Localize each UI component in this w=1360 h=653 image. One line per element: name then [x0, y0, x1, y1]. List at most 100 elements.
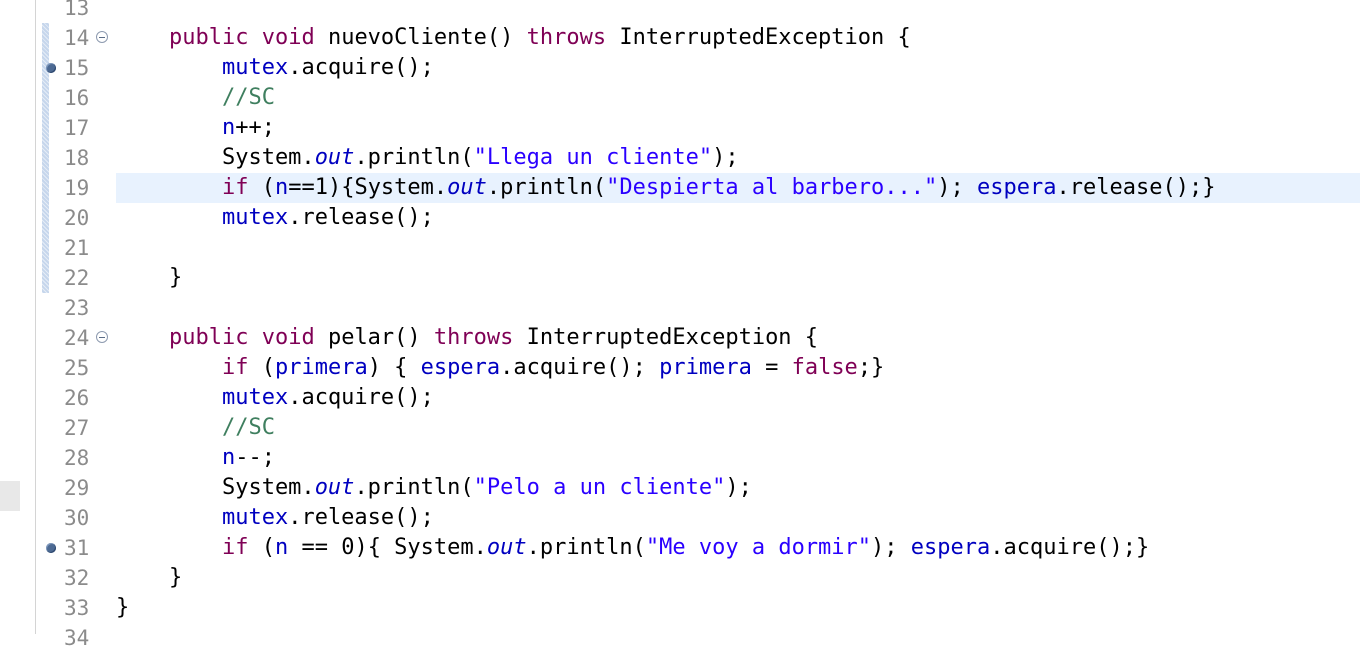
code-text[interactable]: public void nuevoCliente() throws Interr… — [116, 23, 911, 53]
line-number: 33 — [64, 596, 90, 620]
code-token: mutex — [221, 505, 289, 530]
code-line[interactable]: 30 mutex.release(); — [36, 503, 1360, 533]
line-gutter[interactable]: 15 — [36, 53, 116, 83]
code-line[interactable]: 31 if (n == 0){ System.out.println("Me v… — [36, 533, 1360, 563]
fold-collapse-icon[interactable] — [96, 31, 108, 43]
code-text[interactable]: } — [116, 563, 182, 593]
line-gutter[interactable]: 13 — [36, 0, 116, 23]
line-gutter[interactable]: 33 — [36, 593, 116, 623]
code-line[interactable]: 26 mutex.acquire(); — [36, 383, 1360, 413]
code-token: n — [221, 445, 236, 470]
line-gutter[interactable]: 18 — [36, 143, 116, 173]
line-gutter[interactable]: 22 — [36, 263, 116, 293]
code-token: "Me voy a dormir" — [645, 535, 872, 560]
code-line[interactable]: 13 — [36, 0, 1360, 23]
code-line[interactable]: 23 — [36, 293, 1360, 323]
breakpoint-icon[interactable] — [46, 63, 56, 73]
code-line[interactable]: 33} — [36, 593, 1360, 623]
code-text[interactable]: if (n==1){System.out.println("Despierta … — [116, 173, 1216, 203]
line-number: 18 — [64, 146, 90, 170]
line-number: 23 — [64, 296, 90, 320]
code-text[interactable]: } — [116, 263, 182, 293]
line-gutter[interactable]: 31 — [36, 533, 116, 563]
code-text[interactable]: public void pelar() throws InterruptedEx… — [116, 323, 818, 353]
code-line[interactable]: 34 — [36, 623, 1360, 653]
code-line[interactable]: 20 mutex.release(); — [36, 203, 1360, 233]
code-text[interactable]: n--; — [116, 443, 275, 473]
line-number: 25 — [64, 356, 90, 380]
code-line[interactable]: 15 mutex.acquire(); — [36, 53, 1360, 83]
line-gutter[interactable]: 25 — [36, 353, 116, 383]
line-gutter[interactable]: 29 — [36, 473, 116, 503]
line-gutter[interactable]: 16 — [36, 83, 116, 113]
line-number: 27 — [64, 416, 90, 440]
code-token: out — [486, 535, 527, 560]
code-text[interactable]: n++; — [116, 113, 275, 143]
code-text[interactable]: mutex.acquire(); — [116, 53, 434, 83]
code-token: public — [168, 325, 249, 350]
line-gutter[interactable]: 27 — [36, 413, 116, 443]
code-line[interactable]: 24 public void pelar() throws Interrupte… — [36, 323, 1360, 353]
code-token: mutex — [221, 385, 289, 410]
code-line[interactable]: 29 System.out.println("Pelo a un cliente… — [36, 473, 1360, 503]
line-number: 32 — [64, 566, 90, 590]
code-editor[interactable]: 13 14 public void nuevoCliente() throws I… — [36, 0, 1360, 650]
code-token: .println( — [486, 175, 607, 200]
line-gutter[interactable]: 32 — [36, 563, 116, 593]
code-line[interactable]: 16 //SC — [36, 83, 1360, 113]
line-gutter[interactable]: 26 — [36, 383, 116, 413]
code-text[interactable]: //SC — [116, 413, 275, 443]
line-gutter[interactable]: 20 — [36, 203, 116, 233]
line-gutter[interactable]: 19 — [36, 173, 116, 203]
code-token: "Llega un cliente" — [473, 145, 713, 170]
line-gutter[interactable]: 14 — [36, 23, 116, 53]
code-token: InterruptedException { — [513, 325, 819, 350]
code-token: n — [274, 535, 289, 560]
code-line[interactable]: 19 if (n==1){System.out.println("Despier… — [36, 173, 1360, 203]
line-gutter[interactable]: 21 — [36, 233, 116, 263]
line-number: 16 — [64, 86, 90, 110]
side-panel-tab[interactable] — [0, 481, 20, 511]
code-text[interactable]: if (primera) { espera.acquire(); primera… — [116, 353, 884, 383]
code-token: ); — [871, 535, 911, 560]
code-text[interactable]: //SC — [116, 83, 275, 113]
code-token: --; — [235, 445, 275, 470]
code-text[interactable]: mutex.release(); — [116, 503, 434, 533]
line-gutter[interactable]: 34 — [36, 623, 116, 653]
code-text[interactable]: System.out.println("Pelo a un cliente"); — [116, 473, 752, 503]
code-line[interactable]: 27 //SC — [36, 413, 1360, 443]
line-gutter[interactable]: 23 — [36, 293, 116, 323]
line-gutter[interactable]: 17 — [36, 113, 116, 143]
line-gutter[interactable]: 24 — [36, 323, 116, 353]
breakpoint-icon[interactable] — [46, 543, 56, 553]
code-line[interactable]: 14 public void nuevoCliente() throws Int… — [36, 23, 1360, 53]
code-text[interactable]: } — [116, 593, 129, 623]
code-text[interactable]: System.out.println("Llega un cliente"); — [116, 143, 739, 173]
code-token: if — [221, 355, 249, 380]
code-text[interactable]: if (n == 0){ System.out.println("Me voy … — [116, 533, 1149, 563]
code-line[interactable]: 28 n--; — [36, 443, 1360, 473]
line-gutter[interactable]: 30 — [36, 503, 116, 533]
code-line[interactable]: 22 } — [36, 263, 1360, 293]
code-text[interactable]: mutex.acquire(); — [116, 383, 434, 413]
code-line[interactable]: 18 System.out.println("Llega un cliente"… — [36, 143, 1360, 173]
code-token: //SC — [221, 85, 275, 110]
fold-collapse-icon[interactable] — [96, 331, 108, 343]
code-token: InterruptedException { — [606, 25, 911, 50]
code-token: espera — [420, 355, 501, 380]
code-line[interactable]: 17 n++; — [36, 113, 1360, 143]
line-gutter[interactable]: 28 — [36, 443, 116, 473]
code-token: ) { — [367, 355, 421, 380]
code-text[interactable]: mutex.release(); — [116, 203, 434, 233]
code-token: pelar() — [314, 325, 434, 350]
code-line[interactable]: 21 — [36, 233, 1360, 263]
code-token: mutex — [221, 55, 289, 80]
code-token: if — [221, 175, 249, 200]
code-token: ); — [937, 175, 978, 200]
code-token: ); — [712, 145, 739, 170]
code-line[interactable]: 25 if (primera) { espera.acquire(); prim… — [36, 353, 1360, 383]
code-line[interactable]: 32 } — [36, 563, 1360, 593]
